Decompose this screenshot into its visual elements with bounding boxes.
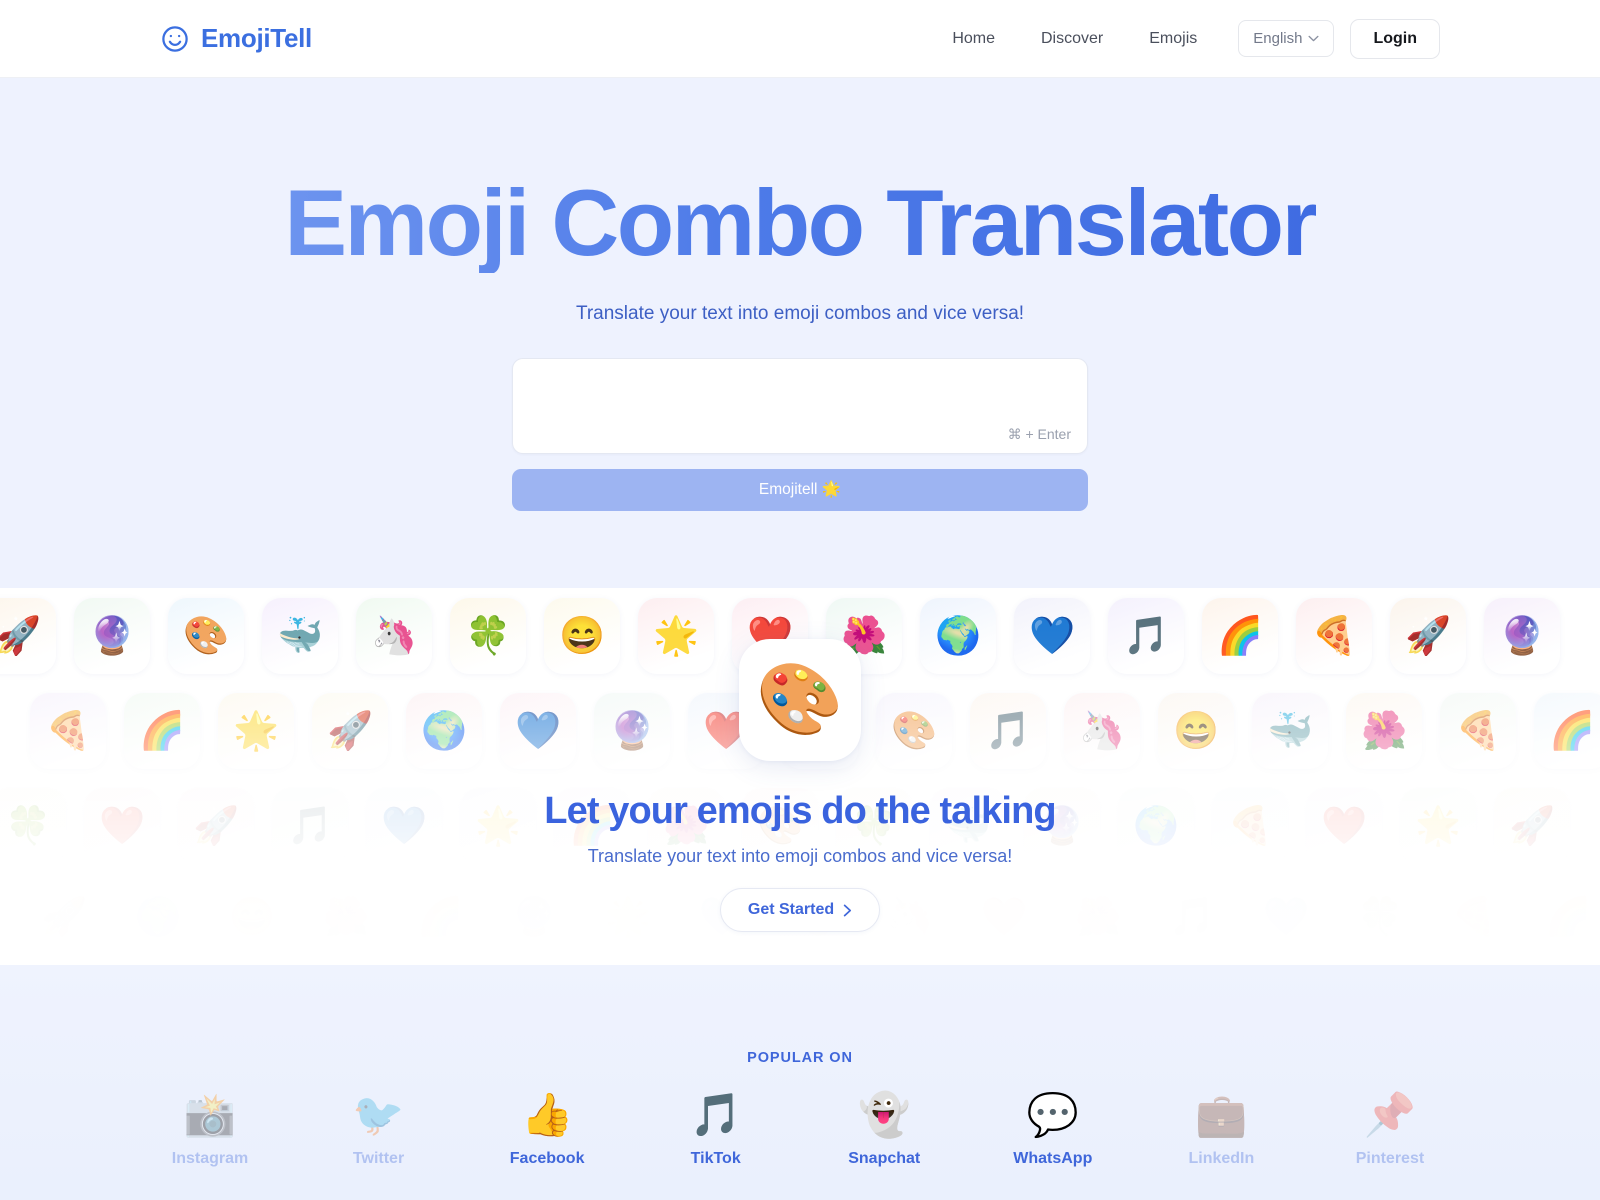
popular-on-label: POPULAR ON (747, 1050, 853, 1066)
popular-on-section: POPULAR ON 📸 Instagram 🐦 Twitter 👍 Facebook 🎵 T… (0, 965, 1600, 1200)
social-platform-label: Pinterest (1355, 1150, 1425, 1167)
snapchat-icon: 👻 (858, 1091, 911, 1138)
page-root: EmojiTell Home Discover Emojis English L… (0, 0, 1600, 1200)
hero-section: Emoji Combo Translator Translate your te… (0, 78, 1600, 588)
translator-input[interactable] (513, 358, 1087, 453)
facebook-icon: 👍 (520, 1091, 574, 1138)
social-platform-snapchat[interactable]: 👻 Snapchat (809, 1094, 959, 1168)
social-platform-instagram[interactable]: 📸 Instagram (135, 1094, 285, 1168)
linkedin-icon: 💼 (1195, 1091, 1248, 1138)
main-nav: Home Discover Emojis English Login (929, 18, 1440, 59)
translator-input-wrap: ⌘ + Enter (512, 357, 1088, 454)
social-platform-list: 📸 Instagram 🐦 Twitter 👍 Facebook 🎵 TikTok 👻 Snapc… (135, 1094, 1465, 1168)
smiley-face-icon (160, 24, 190, 54)
social-platform-label: TikTok (690, 1150, 741, 1167)
social-platform-whatsapp[interactable]: 💬 WhatsApp (978, 1094, 1128, 1168)
login-button[interactable]: Login (1350, 18, 1440, 59)
brand-logo[interactable]: EmojiTell (160, 23, 312, 54)
chevron-right-icon (843, 904, 852, 917)
social-platform-label: Instagram (171, 1150, 249, 1167)
page-title: Emoji Combo Translator (284, 170, 1318, 275)
social-platform-facebook[interactable]: 👍 Facebook (472, 1094, 622, 1168)
palette-icon: 🎨 (756, 660, 844, 738)
instagram-icon: 📸 (183, 1091, 237, 1138)
brand-name: EmojiTell (201, 23, 312, 53)
social-platform-linkedin[interactable]: 💼 LinkedIn (1146, 1094, 1296, 1168)
nav-item-emojis[interactable]: Emojis (1126, 22, 1220, 56)
social-platform-label: WhatsApp (1013, 1150, 1093, 1167)
social-platform-label: Twitter (352, 1150, 405, 1167)
social-platform-twitter[interactable]: 🐦 Twitter (304, 1094, 454, 1168)
showcase-subtitle: Translate your text into emoji combos an… (587, 846, 1013, 866)
hero-subtitle: Translate your text into emoji combos an… (575, 302, 1025, 324)
social-platform-label: LinkedIn (1188, 1150, 1255, 1167)
language-selector-label: English (1253, 30, 1303, 47)
get-started-button[interactable]: Get Started (719, 888, 881, 932)
nav-item-discover[interactable]: Discover (1018, 22, 1126, 56)
social-platform-tiktok[interactable]: 🎵 TikTok (641, 1094, 791, 1168)
social-platform-label: Snapchat (848, 1150, 921, 1167)
site-header: EmojiTell Home Discover Emojis English L… (0, 0, 1600, 78)
featured-emoji-card[interactable]: 🎨 (739, 639, 861, 761)
translator-form: ⌘ + Enter Emojitell 🌟 (512, 357, 1088, 511)
social-platform-label: Facebook (509, 1150, 585, 1167)
showcase-title: Let your emojis do the talking (544, 790, 1056, 832)
pinterest-icon: 📌 (1363, 1091, 1417, 1138)
whatsapp-icon: 💬 (1026, 1091, 1079, 1138)
tiktok-icon: 🎵 (689, 1091, 742, 1138)
emojitell-submit-button[interactable]: Emojitell 🌟 (512, 468, 1088, 511)
social-platform-pinterest[interactable]: 📌 Pinterest (1315, 1094, 1465, 1168)
nav-item-home[interactable]: Home (929, 22, 1018, 56)
get-started-label: Get Started (747, 901, 835, 918)
emoji-showcase-section: 🚀🔮🎨🐳🦄🍀😄🌟❤️🌺🌍💙🎵🌈🍕🚀🔮 🍕🌈🌟🚀🌍💙🔮❤️🎨🎨🎵🦄😄🐳🌺🍕🌈 🍀❤… (0, 588, 1600, 965)
showcase-content: 🎨 Let your emojis do the talking Transla… (0, 588, 1600, 965)
twitter-icon: 🐦 (352, 1091, 405, 1138)
chevron-down-icon (1308, 35, 1319, 42)
language-selector[interactable]: English (1238, 20, 1335, 57)
